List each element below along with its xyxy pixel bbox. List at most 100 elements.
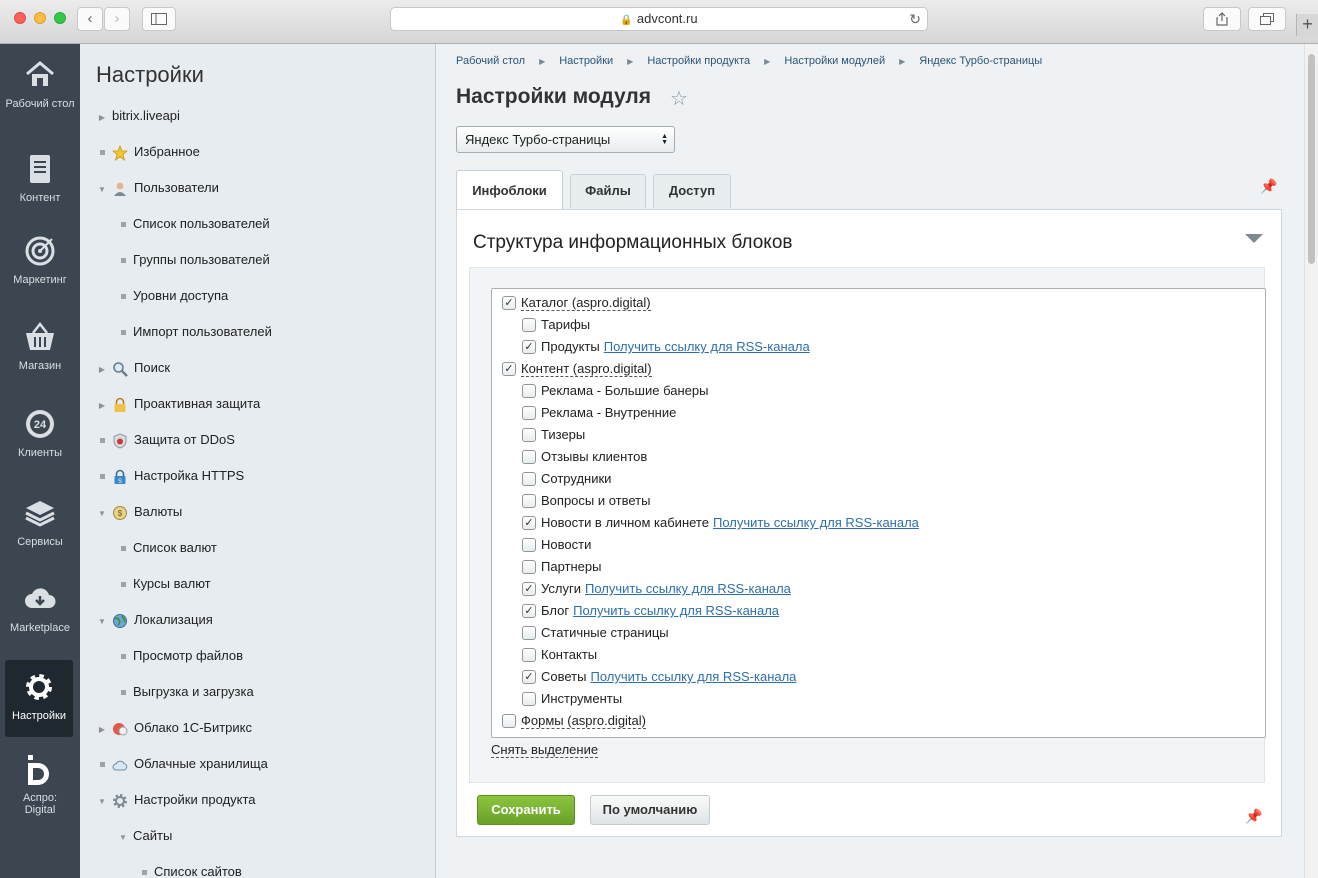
- minimize-window-button[interactable]: [34, 12, 46, 24]
- module-select[interactable]: Яндекс Турбо-страницы ▲ ▼: [456, 126, 675, 153]
- sidebar-item[interactable]: ▼ Локализация: [92, 610, 213, 630]
- sidebar-item[interactable]: Список сайтов: [134, 862, 242, 878]
- sidebar-item[interactable]: ▶ Поиск: [92, 358, 170, 378]
- sidebar-item[interactable]: Список валют: [113, 538, 217, 558]
- checkbox[interactable]: [502, 713, 516, 728]
- checkbox[interactable]: [522, 493, 536, 508]
- sidebar-item[interactable]: Уровни доступа: [113, 286, 228, 306]
- sidebar-item[interactable]: S Настройка HTTPS: [92, 466, 244, 486]
- expanded-arrow-icon[interactable]: ▼: [92, 792, 112, 812]
- breadcrumb-item[interactable]: Рабочий стол: [456, 55, 525, 67]
- default-button[interactable]: По умолчанию: [590, 795, 710, 825]
- checkbox[interactable]: [522, 317, 536, 332]
- sidebar-item-label: Сайты: [133, 828, 173, 843]
- address-bar[interactable]: 🔒 advcont.ru ↻: [390, 7, 928, 31]
- expanded-arrow-icon[interactable]: ▼: [92, 504, 112, 524]
- sidebar-item[interactable]: Защита от DDoS: [92, 430, 235, 450]
- page-scrollbar[interactable]: [1304, 44, 1318, 878]
- checkbox-checked[interactable]: ✓: [522, 515, 536, 530]
- expanded-arrow-icon[interactable]: ▼: [113, 828, 133, 848]
- pin-icon[interactable]: 📌: [1260, 178, 1277, 195]
- tree-item-label: Тарифы: [541, 317, 591, 332]
- menu-item-content[interactable]: Контент: [0, 152, 80, 204]
- rss-link[interactable]: Получить ссылку для RSS-канала: [590, 669, 796, 684]
- chevron-right-icon: ▶: [539, 57, 546, 66]
- checkbox-checked[interactable]: ✓: [522, 581, 536, 596]
- sidebar-item[interactable]: Импорт пользователей: [113, 322, 272, 342]
- reload-icon[interactable]: ↻: [909, 8, 921, 30]
- menu-item-services[interactable]: Сервисы: [0, 496, 80, 548]
- checkbox-checked[interactable]: ✓: [502, 361, 516, 376]
- breadcrumb-item[interactable]: Настройки продукта: [647, 55, 750, 67]
- breadcrumb-item[interactable]: Настройки: [559, 55, 613, 67]
- sidebar-item[interactable]: ▼ $ Валюты: [92, 502, 182, 522]
- sidebar-item[interactable]: Группы пользователей: [113, 250, 270, 270]
- expanded-arrow-icon[interactable]: ▼: [92, 612, 112, 632]
- collapsed-arrow-icon[interactable]: ▶: [92, 720, 112, 740]
- expanded-arrow-icon[interactable]: ▼: [92, 180, 112, 200]
- tree-item-row: Тарифы: [522, 315, 590, 335]
- menu-item-marketplace[interactable]: Marketplace: [0, 582, 80, 634]
- tabs-overview-button[interactable]: [1248, 7, 1286, 31]
- rss-link[interactable]: Получить ссылку для RSS-канала: [585, 581, 791, 596]
- sidebar-item[interactable]: ▶ Проактивная защита: [92, 394, 260, 414]
- sidebar-item[interactable]: Просмотр файлов: [113, 646, 243, 666]
- checkbox[interactable]: [522, 471, 536, 486]
- menu-item-clients[interactable]: 24 Клиенты: [0, 407, 80, 459]
- breadcrumb-item[interactable]: Яндекс Турбо-страницы: [919, 55, 1042, 67]
- sidebar-item[interactable]: Выгрузка и загрузка: [113, 682, 254, 702]
- checkbox[interactable]: [522, 383, 536, 398]
- checkbox[interactable]: [522, 537, 536, 552]
- menu-item-shop[interactable]: Магазин: [0, 320, 80, 372]
- back-button[interactable]: ‹: [77, 7, 103, 31]
- checkbox-checked[interactable]: ✓: [522, 339, 536, 354]
- save-button[interactable]: Сохранить: [477, 795, 575, 825]
- checkbox-checked[interactable]: ✓: [502, 295, 516, 310]
- checkbox[interactable]: [522, 647, 536, 662]
- sidebar-item[interactable]: ▼ Сайты: [113, 826, 172, 846]
- tab-access[interactable]: Доступ: [653, 174, 731, 208]
- rss-link[interactable]: Получить ссылку для RSS-канала: [573, 603, 779, 618]
- checkbox[interactable]: [522, 405, 536, 420]
- pin-icon[interactable]: 📌: [1245, 808, 1262, 825]
- sidebar-item[interactable]: Курсы валют: [113, 574, 211, 594]
- sidebar-toggle-button[interactable]: [142, 7, 176, 31]
- forward-button[interactable]: ›: [104, 7, 130, 31]
- sidebar-item[interactable]: Избранное: [92, 142, 200, 162]
- tab-infoblocks[interactable]: Инфоблоки: [456, 170, 563, 209]
- sidebar-item[interactable]: ▼ Пользователи: [92, 178, 219, 198]
- rss-link[interactable]: Получить ссылку для RSS-канала: [713, 515, 919, 530]
- new-tab-button[interactable]: +: [1296, 14, 1318, 36]
- share-button[interactable]: [1203, 7, 1241, 31]
- close-window-button[interactable]: [14, 12, 26, 24]
- menu-item-marketing[interactable]: Маркетинг: [0, 234, 80, 286]
- collapse-triangle-icon[interactable]: [1245, 234, 1263, 243]
- menu-item-aspro-digital[interactable]: Аспро: Digital: [0, 752, 80, 816]
- checkbox[interactable]: [522, 449, 536, 464]
- tab-files[interactable]: Файлы: [570, 174, 646, 208]
- zoom-window-button[interactable]: [54, 12, 66, 24]
- checkbox[interactable]: [522, 625, 536, 640]
- collapsed-arrow-icon[interactable]: ▶: [92, 360, 112, 380]
- rss-link[interactable]: Получить ссылку для RSS-канала: [604, 339, 810, 354]
- checkbox-checked[interactable]: ✓: [522, 669, 536, 684]
- infoblock-tree[interactable]: ✓ Каталог (aspro.digital) Тарифы ✓ Продукты П…: [491, 288, 1266, 738]
- sidebar-item[interactable]: Облачные хранилища: [92, 754, 268, 774]
- sidebar-item[interactable]: ▼ Настройки продукта: [92, 790, 256, 810]
- breadcrumb-item[interactable]: Настройки модулей: [784, 55, 885, 67]
- collapsed-arrow-icon[interactable]: ▶: [92, 396, 112, 416]
- checkbox-checked[interactable]: ✓: [522, 603, 536, 618]
- checkbox[interactable]: [522, 691, 536, 706]
- checkbox[interactable]: [522, 427, 536, 442]
- collapsed-arrow-icon[interactable]: ▶: [92, 108, 112, 128]
- sidebar-item[interactable]: Список пользователей: [113, 214, 270, 234]
- sidebar-item[interactable]: ▶ bitrix.liveapi: [92, 106, 180, 126]
- menu-item-settings[interactable]: Настройки: [5, 660, 73, 737]
- deselect-link[interactable]: Снять выделение: [491, 742, 599, 758]
- menu-item-desktop[interactable]: Рабочий стол: [0, 58, 80, 110]
- sidebar-item[interactable]: ▶ Облако 1С-Битрикс: [92, 718, 252, 738]
- favorite-star-icon[interactable]: ☆: [670, 86, 688, 111]
- main-menu: Рабочий стол Контент Маркетинг Магазин 2…: [0, 44, 80, 878]
- checkbox[interactable]: [522, 559, 536, 574]
- scrollbar-thumb[interactable]: [1308, 54, 1315, 264]
